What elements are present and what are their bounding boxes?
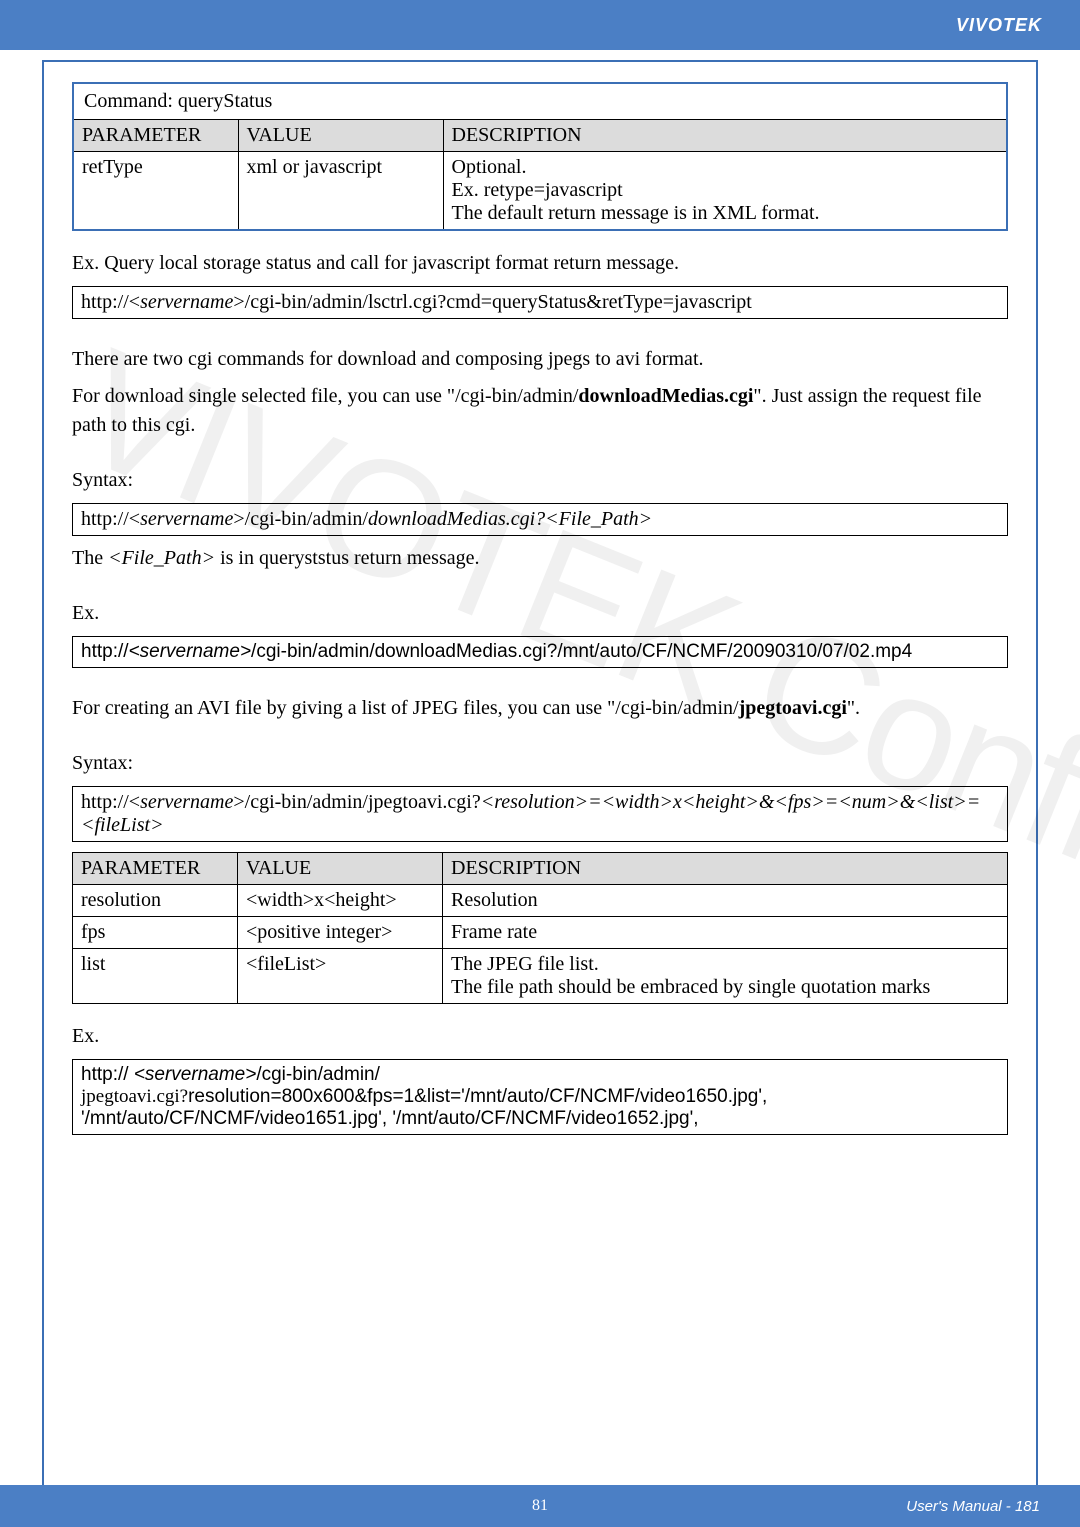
para5b: jpegtoavi.cgi — [739, 697, 847, 719]
code3-pre: http:// — [81, 641, 129, 662]
th-parameter: PARAMETER — [73, 120, 238, 152]
para4a: The — [72, 547, 108, 569]
code5-rest1: /cgi-bin/admin/ — [256, 1064, 380, 1085]
pt-r1-d: Resolution — [443, 885, 1008, 917]
para5c: ". — [847, 697, 860, 719]
pt-r2-p: fps — [73, 917, 238, 949]
content-frame: VIVOTEK Confidential Command: queryStatu… — [42, 60, 1038, 1497]
code2-serv: servername — [140, 508, 233, 530]
code3-rest: /cgi-bin/admin/downloadMedias.cgi?/mnt/a… — [251, 641, 912, 662]
page-number: 81 — [532, 1497, 548, 1515]
td-desc: Optional. Ex. retype=javascript The defa… — [443, 152, 1007, 231]
pt-r1-p: resolution — [73, 885, 238, 917]
header-band: VIVOTEK — [0, 0, 1080, 50]
pt-r3-v: <fileList> — [238, 949, 443, 1004]
pt-r1-v: <width>x<height> — [238, 885, 443, 917]
para4c: is in queryststus return message. — [215, 547, 479, 569]
code4-pre: http://< — [81, 791, 140, 813]
code2-tail: downloadMedias.cgi?<File_Path> — [368, 508, 652, 530]
code3-serv: <servername> — [129, 641, 252, 662]
pt-r3-p: list — [73, 949, 238, 1004]
para-ex-query: Ex. Query local storage status and call … — [72, 249, 1008, 278]
para4b: <File_Path> — [108, 547, 215, 569]
pt-r2-v: <positive integer> — [238, 917, 443, 949]
para-jpegtoavi: For creating an AVI file by giving a lis… — [72, 694, 1008, 723]
syntax-label-2: Syntax: — [72, 749, 1008, 778]
desc-line-1: Optional. — [452, 156, 999, 179]
pt-r2-d: Frame rate — [443, 917, 1008, 949]
syntax-label-1: Syntax: — [72, 466, 1008, 495]
code1-post: >/cgi-bin/admin/lsctrl.cgi?cmd=queryStat… — [233, 291, 751, 313]
para-download: For download single selected file, you c… — [72, 382, 1008, 440]
code-box-3: http://<servername>/cgi-bin/admin/downlo… — [72, 636, 1008, 668]
brand-label: VIVOTEK — [956, 15, 1042, 36]
para3a: For download single selected file, you c… — [72, 385, 578, 407]
code-box-2: http://<servername>/cgi-bin/admin/downlo… — [72, 503, 1008, 536]
command-title: Command: queryStatus — [73, 83, 1007, 120]
page-content: Command: queryStatus PARAMETER VALUE DES… — [44, 62, 1036, 1153]
ex-label-1: Ex. — [72, 599, 1008, 628]
pt-h-desc: DESCRIPTION — [443, 853, 1008, 885]
code1-pre: http://< — [81, 291, 140, 313]
manual-label: User's Manual - 181 — [906, 1498, 1040, 1515]
code2-pre: http://< — [81, 508, 140, 530]
para-filepath: The <File_Path> is in queryststus return… — [72, 544, 1008, 573]
th-value: VALUE — [238, 120, 443, 152]
desc-line-3: The default return message is in XML for… — [452, 202, 999, 225]
code5-l2a: jpegtoavi.cgi? — [81, 1086, 188, 1107]
pt-r3-d: The JPEG file list. The file path should… — [443, 949, 1008, 1004]
params-table: PARAMETER VALUE DESCRIPTION resolution <… — [72, 852, 1008, 1004]
td-param: retType — [73, 152, 238, 231]
code2-mid: >/cgi-bin/admin/ — [233, 508, 368, 530]
pt-h-param: PARAMETER — [73, 853, 238, 885]
code-box-5: http:// <servername>/cgi-bin/admin/ jpeg… — [72, 1059, 1008, 1135]
ex-label-2: Ex. — [72, 1022, 1008, 1051]
footer-band: 81 User's Manual - 181 — [0, 1485, 1080, 1527]
code4-mid: >/cgi-bin/admin/jpegtoavi.cgi? — [233, 791, 480, 813]
pt-h-value: VALUE — [238, 853, 443, 885]
th-description: DESCRIPTION — [443, 120, 1007, 152]
code-box-4: http://<servername>/cgi-bin/admin/jpegto… — [72, 786, 1008, 842]
desc-line-2: Ex. retype=javascript — [452, 179, 999, 202]
code4-serv: servername — [140, 791, 233, 813]
command-table: Command: queryStatus PARAMETER VALUE DES… — [72, 82, 1008, 231]
code-box-1: http://<servername>/cgi-bin/admin/lsctrl… — [72, 286, 1008, 319]
para5a: For creating an AVI file by giving a lis… — [72, 697, 739, 719]
para-two-cgi: There are two cgi commands for download … — [72, 345, 1008, 374]
para3b: downloadMedias.cgi — [578, 385, 753, 407]
code5-pre: http:// — [81, 1064, 134, 1085]
pt-r3-d1: The JPEG file list. — [451, 953, 999, 976]
code5-serv: <servername> — [134, 1064, 257, 1085]
pt-r3-d2: The file path should be embraced by sing… — [451, 976, 999, 999]
td-value: xml or javascript — [238, 152, 443, 231]
code1-serv: servername — [140, 291, 233, 313]
